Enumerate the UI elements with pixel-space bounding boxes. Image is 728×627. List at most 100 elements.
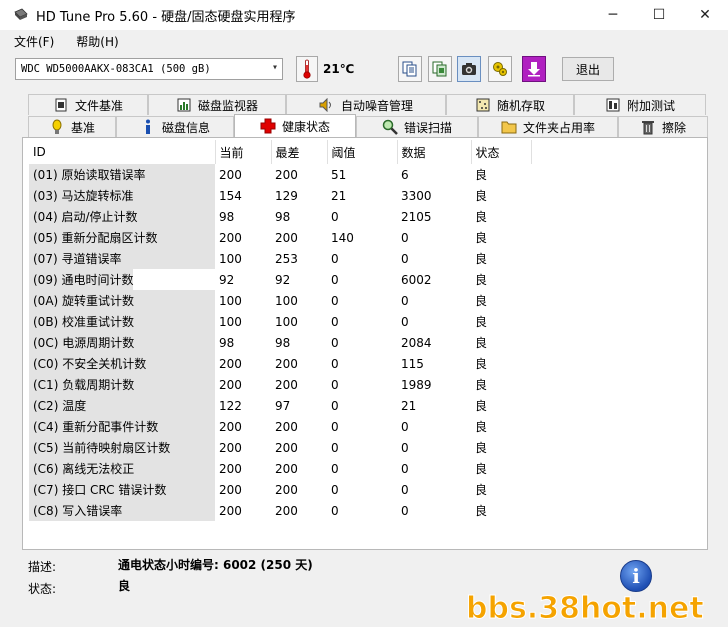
save-button[interactable] bbox=[522, 56, 546, 82]
cell-id: (C1) 负载周期计数 bbox=[29, 374, 215, 395]
cell-threshold: 0 bbox=[331, 482, 339, 497]
tab-label: 健康状态 bbox=[281, 119, 330, 134]
tab-noise-management[interactable]: 自动噪音管理 bbox=[286, 94, 446, 115]
cell-status: 良 bbox=[475, 294, 488, 308]
cell-id: (C5) 当前待映射扇区计数 bbox=[29, 437, 215, 458]
table-row[interactable]: (0C) 电源周期计数 98 98 0 2084 良 bbox=[29, 332, 531, 353]
tab-label: 自动噪音管理 bbox=[340, 98, 413, 113]
cell-threshold: 0 bbox=[331, 398, 339, 413]
table-row[interactable]: (C4) 重新分配事件计数 200 200 0 0 良 bbox=[29, 416, 531, 437]
cell-data: 0 bbox=[401, 503, 409, 518]
cell-threshold: 0 bbox=[331, 293, 339, 308]
cell-data: 21 bbox=[401, 398, 417, 413]
tab-folder-usage[interactable]: 文件夹占用率 bbox=[478, 116, 618, 137]
cell-status: 良 bbox=[475, 273, 488, 287]
options-button[interactable] bbox=[488, 56, 512, 82]
cell-data: 0 bbox=[401, 251, 409, 266]
cell-worst: 200 bbox=[275, 419, 298, 434]
cell-current: 100 bbox=[219, 293, 242, 308]
cell-data: 2084 bbox=[401, 335, 432, 350]
cell-status: 良 bbox=[475, 315, 488, 329]
info-i-icon: i bbox=[632, 564, 640, 588]
tab-disk-monitor[interactable]: 磁盘监视器 bbox=[148, 94, 286, 115]
info-button[interactable]: i bbox=[620, 560, 652, 592]
exit-button[interactable]: 退出 bbox=[562, 57, 614, 81]
cell-id: (C2) 温度 bbox=[29, 395, 215, 416]
cell-id: (0A) 旋转重试计数 bbox=[29, 290, 215, 311]
tab-random-access[interactable]: 随机存取 bbox=[446, 94, 574, 115]
table-row[interactable]: (C8) 写入错误率 200 200 0 0 良 bbox=[29, 500, 531, 521]
cell-status: 良 bbox=[475, 336, 488, 350]
tab-label: 基准 bbox=[70, 120, 95, 135]
table-row[interactable]: (C7) 接口 CRC 错误计数 200 200 0 0 良 bbox=[29, 479, 531, 500]
tab-label: 附加测试 bbox=[626, 98, 675, 113]
cell-worst: 200 bbox=[275, 377, 298, 392]
close-button[interactable]: ✕ bbox=[682, 0, 728, 30]
column-header-data[interactable]: 数据 bbox=[397, 140, 472, 164]
table-row[interactable]: (04) 启动/停止计数 98 98 0 2105 良 bbox=[29, 206, 531, 227]
table-row[interactable]: (C0) 不安全关机计数 200 200 0 115 良 bbox=[29, 353, 531, 374]
download-arrow-icon bbox=[528, 62, 540, 77]
cell-current: 100 bbox=[219, 314, 242, 329]
cell-threshold: 0 bbox=[331, 503, 339, 518]
cell-status: 良 bbox=[475, 378, 488, 392]
cell-worst: 100 bbox=[275, 314, 298, 329]
menu-file[interactable]: 文件(F) bbox=[6, 33, 62, 50]
table-row[interactable]: (0A) 旋转重试计数 100 100 0 0 良 bbox=[29, 290, 531, 311]
drive-select[interactable]: WDC WD5000AAKX-083CA1 (500 gB) ▾ bbox=[15, 58, 283, 80]
cell-status: 良 bbox=[475, 420, 488, 434]
tab-error-scan[interactable]: 错误扫描 bbox=[356, 116, 478, 137]
copy-screen-button[interactable] bbox=[428, 56, 452, 82]
table-header-row: ID 当前 最差 阈值 数据 状态 bbox=[29, 140, 532, 164]
table-row[interactable]: (03) 马达旋转标准 154 129 21 3300 良 bbox=[29, 185, 531, 206]
column-header-id[interactable]: ID bbox=[29, 140, 216, 164]
column-header-threshold[interactable]: 阈值 bbox=[327, 140, 398, 164]
table-row[interactable]: (07) 寻道错误率 100 253 0 0 良 bbox=[29, 248, 531, 269]
column-header-status[interactable]: 状态 bbox=[471, 140, 532, 164]
menu-bar: 文件(F) 帮助(H) bbox=[0, 30, 728, 52]
tab-label: 错误扫描 bbox=[403, 120, 452, 135]
table-row[interactable]: (0B) 校准重试计数 100 100 0 0 良 bbox=[29, 311, 531, 332]
table-row[interactable]: (C5) 当前待映射扇区计数 200 200 0 0 良 bbox=[29, 437, 531, 458]
tab-health[interactable]: 健康状态 bbox=[234, 114, 356, 137]
table-row[interactable]: (01) 原始读取错误率 200 200 51 6 良 bbox=[29, 164, 531, 185]
cell-status: 良 bbox=[475, 210, 488, 224]
tab-extra-tests[interactable]: 附加测试 bbox=[574, 94, 706, 115]
cell-worst: 200 bbox=[275, 503, 298, 518]
cell-worst: 98 bbox=[275, 335, 291, 350]
cell-current: 200 bbox=[219, 482, 242, 497]
toolbar: WDC WD5000AAKX-083CA1 (500 gB) ▾ 21℃ 退出 bbox=[0, 52, 728, 88]
tab-label: 磁盘监视器 bbox=[197, 98, 258, 113]
cell-data: 0 bbox=[401, 419, 409, 434]
screenshot-button[interactable] bbox=[457, 56, 481, 82]
tab-label: 随机存取 bbox=[496, 98, 545, 113]
tab-erase[interactable]: 擦除 bbox=[618, 116, 708, 137]
cell-worst: 97 bbox=[275, 398, 291, 413]
table-row[interactable]: (05) 重新分配扇区计数 200 200 140 0 良 bbox=[29, 227, 531, 248]
table-row[interactable]: (C2) 温度 122 97 0 21 良 bbox=[29, 395, 531, 416]
cell-threshold: 0 bbox=[331, 314, 339, 329]
copy-text-button[interactable] bbox=[398, 56, 422, 82]
table-row[interactable]: (09) 通电时间计数 92 92 0 6002 良 bbox=[29, 269, 531, 290]
tab-label: 文件夹占用率 bbox=[522, 120, 595, 135]
cell-id: (03) 马达旋转标准 bbox=[29, 185, 215, 206]
table-row[interactable]: (C1) 负载周期计数 200 200 0 1989 良 bbox=[29, 374, 531, 395]
column-header-current[interactable]: 当前 bbox=[215, 140, 272, 164]
tab-benchmark[interactable]: 基准 bbox=[28, 116, 116, 137]
tab-file-benchmark[interactable]: 文件基准 bbox=[28, 94, 148, 115]
status-label: 状态: bbox=[28, 582, 57, 596]
column-header-worst[interactable]: 最差 bbox=[271, 140, 328, 164]
maximize-button[interactable]: ☐ bbox=[636, 0, 682, 30]
tab-disk-info[interactable]: 磁盘信息 bbox=[116, 116, 234, 137]
cell-worst: 200 bbox=[275, 356, 298, 371]
cell-status: 良 bbox=[475, 231, 488, 245]
thermometer-icon bbox=[296, 56, 318, 82]
cell-data: 115 bbox=[401, 356, 424, 371]
table-row[interactable]: (C6) 离线无法校正 200 200 0 0 良 bbox=[29, 458, 531, 479]
minimize-button[interactable]: ─ bbox=[590, 0, 636, 30]
cell-worst: 253 bbox=[275, 251, 298, 266]
folder-icon bbox=[501, 119, 517, 135]
description-value: 通电状态小时编号: 6002 (250 天) bbox=[118, 558, 313, 572]
menu-help[interactable]: 帮助(H) bbox=[68, 33, 126, 50]
status-value: 良 bbox=[118, 579, 131, 593]
